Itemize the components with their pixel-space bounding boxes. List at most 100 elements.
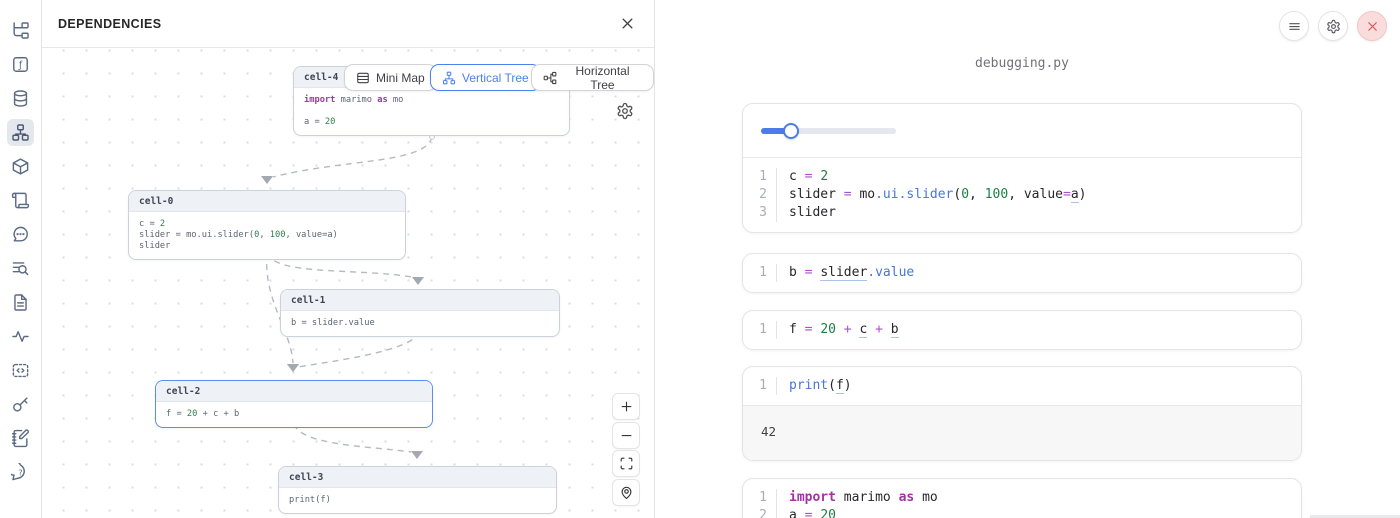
graph-node-cell-2[interactable]: cell-2 f = 20 + c + b <box>155 380 433 428</box>
code-row: 1 print(f) <box>743 377 1301 395</box>
code-row: 2 slider = mo.ui.slider(0, 100, value=a) <box>743 186 1301 204</box>
locate-icon <box>619 485 634 500</box>
zoom-out-button[interactable] <box>612 422 640 449</box>
notebook-area: debugging.py 1 c = 2 2 slider = mo.ui.sl… <box>655 0 1400 518</box>
graph-settings-button[interactable] <box>616 100 638 122</box>
help-icon: ? <box>11 463 30 482</box>
view-button-vertical-tree[interactable]: Vertical Tree <box>430 64 541 91</box>
sidebar-item-file-tree[interactable] <box>7 17 34 44</box>
line-number: 1 <box>743 489 777 507</box>
outputs-icon <box>11 361 30 380</box>
notebook-cell-1: 1 c = 2 2 slider = mo.ui.slider(0, 100, … <box>742 103 1302 233</box>
menu-button[interactable] <box>1279 11 1309 41</box>
edge-cell-4-to-cell-0 <box>261 135 434 184</box>
close-panel-button[interactable] <box>616 13 638 35</box>
graph-node-title: cell-0 <box>129 191 405 212</box>
sidebar-item-outputs[interactable] <box>7 357 34 384</box>
file-tree-icon <box>11 21 30 40</box>
secrets-icon <box>11 395 30 414</box>
shutdown-button[interactable] <box>1357 11 1387 41</box>
packages-icon <box>11 157 30 176</box>
code-editor[interactable]: 1 b = slider.value <box>743 254 1301 292</box>
minimap-icon <box>356 71 370 85</box>
scratchpad-icon <box>11 429 30 448</box>
variables-icon: ƒ <box>11 55 30 74</box>
sidebar-item-dependencies[interactable] <box>7 119 34 146</box>
notebook-cell-3: 1 f = 20 + c + b <box>742 310 1302 350</box>
graph-node-title: cell-3 <box>279 467 556 488</box>
activity-icon <box>11 327 30 346</box>
sidebar-item-documentation[interactable] <box>7 187 34 214</box>
line-number: 1 <box>743 264 777 282</box>
menu-icon <box>1287 19 1302 34</box>
marimo-app: ƒ? cell-4 import marimo as mo a = 20 cel… <box>0 0 1400 518</box>
svg-text:?: ? <box>18 468 22 477</box>
code-editor[interactable]: 1 print(f) <box>743 367 1301 405</box>
datasources-icon <box>11 89 30 108</box>
sidebar-item-scratchpad[interactable] <box>7 425 34 452</box>
line-number: 3 <box>743 204 777 222</box>
code-editor[interactable]: 1 c = 2 2 slider = mo.ui.slider(0, 100, … <box>743 158 1301 232</box>
code-row: 1 import marimo as mo <box>743 489 1301 507</box>
graph-node-title: cell-2 <box>156 381 432 402</box>
sidebar-item-chat[interactable] <box>7 221 34 248</box>
cell-output-area <box>743 104 1301 158</box>
sidebar-item-secrets[interactable] <box>7 391 34 418</box>
graph-node-cell-0[interactable]: cell-0 c = 2slider = mo.ui.slider(0, 100… <box>128 190 406 260</box>
code-row: 3 slider <box>743 204 1301 222</box>
sidebar-item-packages[interactable] <box>7 153 34 180</box>
vertical-tree-icon <box>442 71 456 85</box>
fit-view-icon <box>619 456 634 471</box>
dependencies-panel-title: DEPENDENCIES <box>58 17 161 31</box>
line-number: 1 <box>743 168 777 186</box>
code-editor[interactable]: 1 import marimo as mo 2 a = 20 <box>743 479 1301 518</box>
window-controls <box>1279 11 1387 41</box>
slider-thumb[interactable] <box>783 123 799 139</box>
graph-node-cell-3[interactable]: cell-3 print(f) <box>278 466 557 514</box>
settings-button[interactable] <box>1318 11 1348 41</box>
settings-icon <box>616 102 638 120</box>
tracing-icon <box>11 259 30 278</box>
zoom-out-icon <box>619 428 634 443</box>
code-row: 1 f = 20 + c + b <box>743 321 1301 339</box>
graph-node-title: cell-1 <box>281 290 559 311</box>
view-button-mini-map[interactable]: Mini Map <box>344 64 437 91</box>
snippets-icon <box>11 293 30 312</box>
graph-node-code: import marimo as mo a = 20 <box>294 88 569 135</box>
dependencies-icon <box>11 123 30 142</box>
graph-node-code: b = slider.value <box>281 311 559 336</box>
graph-node-code: print(f) <box>279 488 556 513</box>
sidebar-item-tracing[interactable] <box>7 255 34 282</box>
graph-node-cell-1[interactable]: cell-1 b = slider.value <box>280 289 560 337</box>
code-row: 1 c = 2 <box>743 168 1301 186</box>
line-number: 2 <box>743 186 777 204</box>
left-icon-rail: ƒ? <box>0 0 42 518</box>
zoom-in-button[interactable] <box>612 393 640 420</box>
notebook-cell-4: 1 print(f) 42 <box>742 366 1302 461</box>
zoom-in-icon <box>619 399 634 414</box>
sidebar-item-snippets[interactable] <box>7 289 34 316</box>
close-icon <box>620 16 635 31</box>
code-editor[interactable]: 1 f = 20 + c + b <box>743 311 1301 349</box>
line-number: 1 <box>743 377 777 395</box>
dependencies-panel: cell-4 import marimo as mo a = 20 cell-0… <box>42 0 655 518</box>
slider-widget[interactable] <box>761 128 896 134</box>
line-number: 1 <box>743 321 777 339</box>
code-row: 1 b = slider.value <box>743 264 1301 282</box>
locate-button[interactable] <box>612 479 640 506</box>
dependencies-panel-header: DEPENDENCIES <box>42 0 654 48</box>
notebook-cell-2: 1 b = slider.value <box>742 253 1302 293</box>
sidebar-item-variables[interactable]: ƒ <box>7 51 34 78</box>
graph-node-code: c = 2slider = mo.ui.slider(0, 100, value… <box>129 212 405 259</box>
sidebar-item-datasources[interactable] <box>7 85 34 112</box>
graph-node-code: f = 20 + c + b <box>156 402 432 427</box>
fit-view-button[interactable] <box>612 450 640 477</box>
line-number: 2 <box>743 507 777 518</box>
view-button-horizontal-tree[interactable]: Horizontal Tree <box>531 64 654 91</box>
svg-text:ƒ: ƒ <box>18 60 23 71</box>
sidebar-item-activity[interactable] <box>7 323 34 350</box>
documentation-icon <box>11 191 30 210</box>
settings-icon <box>1326 19 1341 34</box>
notebook-cell-5: 1 import marimo as mo 2 a = 20 <box>742 478 1302 518</box>
sidebar-item-help[interactable]: ? <box>7 459 34 486</box>
